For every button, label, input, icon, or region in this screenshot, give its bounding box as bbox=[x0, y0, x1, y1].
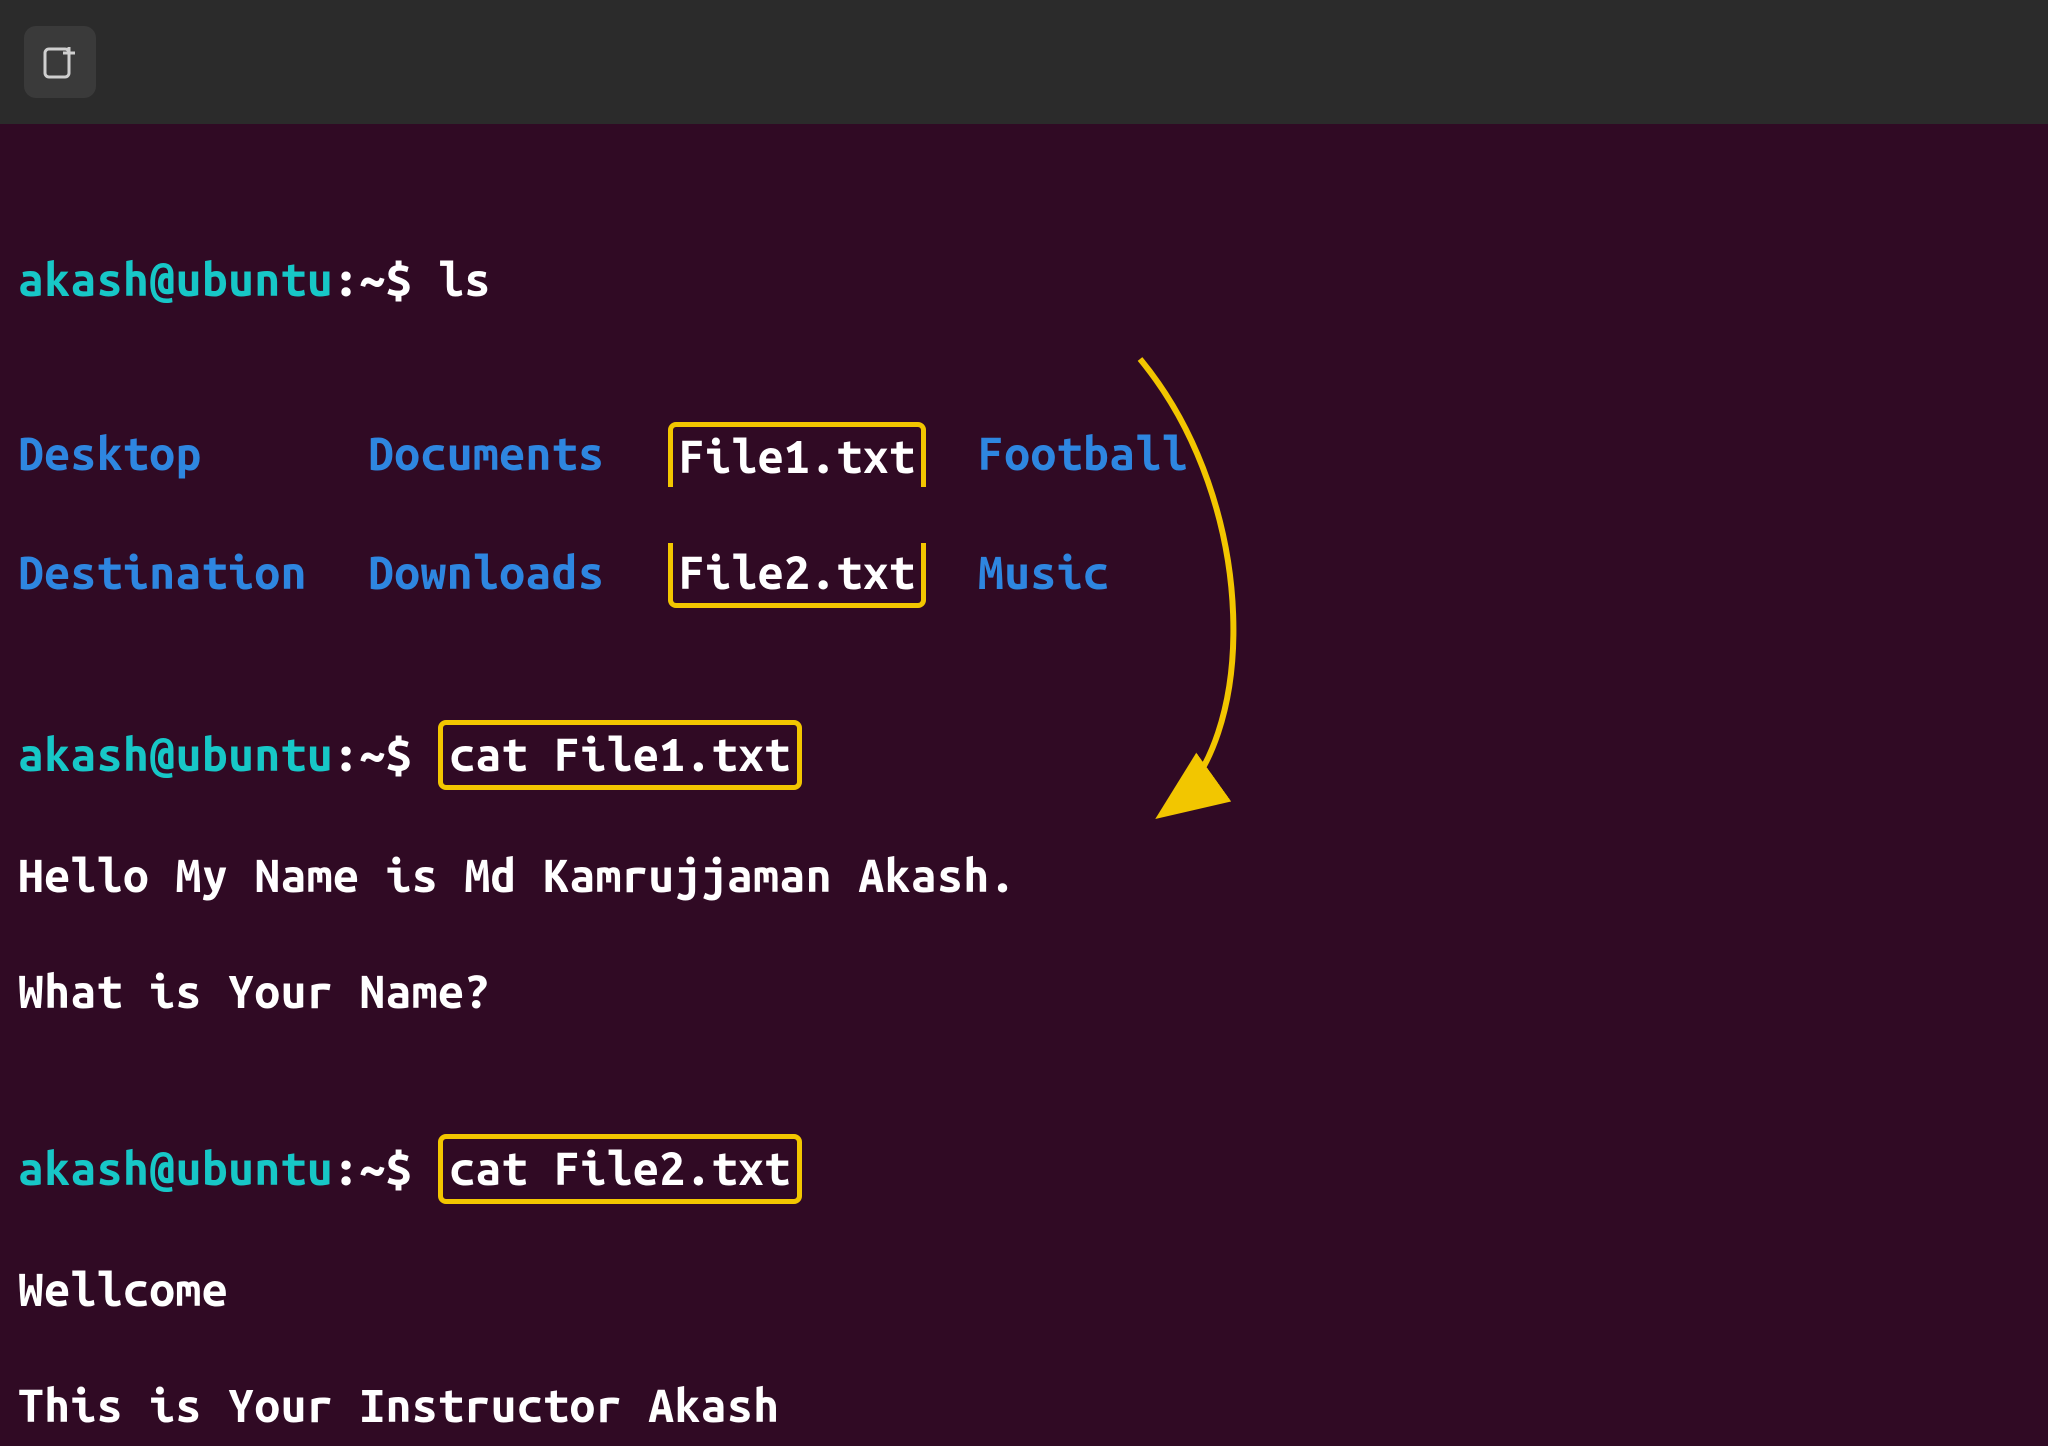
ls-file-highlight: File2.txt bbox=[668, 543, 978, 606]
prompt-user: akash bbox=[18, 728, 149, 780]
prompt-at: @ bbox=[149, 1142, 175, 1194]
output-line: This is Your Instructor Akash bbox=[18, 1376, 2030, 1434]
prompt-cwd: ~ bbox=[359, 253, 385, 305]
prompt-dollar: $ bbox=[386, 1142, 412, 1194]
output-line: Hello My Name is Md Kamrujjaman Akash. bbox=[18, 846, 2030, 904]
command-cat-file1: cat File1.txt bbox=[438, 720, 801, 790]
ls-dir: Documents bbox=[368, 424, 668, 485]
prompt-host: ubuntu bbox=[176, 728, 334, 780]
ls-dir: Music bbox=[978, 543, 1278, 606]
titlebar bbox=[0, 0, 2048, 124]
new-tab-button[interactable] bbox=[24, 26, 96, 98]
prompt-cwd: ~ bbox=[359, 1142, 385, 1194]
prompt-dollar: $ bbox=[386, 253, 412, 305]
prompt-line: akash@ubuntu:~$ ls bbox=[18, 250, 2030, 308]
prompt-dollar: $ bbox=[386, 728, 412, 780]
ls-row-2: DestinationDownloadsFile2.txt Music bbox=[18, 543, 2030, 606]
prompt-host: ubuntu bbox=[176, 1142, 334, 1194]
ls-file-highlight: File1.txt bbox=[668, 424, 978, 485]
output-line: Wellcome bbox=[18, 1260, 2030, 1318]
prompt-user: akash bbox=[18, 253, 149, 305]
ls-row-1: DesktopDocumentsFile1.txt Football bbox=[18, 424, 2030, 485]
output-line: What is Your Name? bbox=[18, 962, 2030, 1020]
command-ls: ls bbox=[438, 253, 491, 305]
prompt-line: akash@ubuntu:~$ cat File1.txt bbox=[18, 722, 2030, 788]
ls-dir: Destination bbox=[18, 543, 368, 606]
prompt-line: akash@ubuntu:~$ cat File2.txt bbox=[18, 1136, 2030, 1202]
ls-file: File1.txt bbox=[668, 422, 926, 487]
ls-dir: Football bbox=[978, 424, 1278, 485]
ls-file: File2.txt bbox=[668, 543, 926, 608]
prompt-colon: : bbox=[333, 1142, 359, 1194]
command-cat-file2: cat File2.txt bbox=[438, 1134, 801, 1204]
terminal[interactable]: akash@ubuntu:~$ ls DesktopDocumentsFile1… bbox=[0, 124, 2048, 1446]
prompt-user: akash bbox=[18, 1142, 149, 1194]
prompt-host: ubuntu bbox=[176, 253, 334, 305]
prompt-cwd: ~ bbox=[359, 728, 385, 780]
prompt-colon: : bbox=[333, 728, 359, 780]
ls-dir: Downloads bbox=[368, 543, 668, 606]
prompt-colon: : bbox=[333, 253, 359, 305]
new-tab-icon bbox=[41, 43, 79, 81]
prompt-at: @ bbox=[149, 253, 175, 305]
ls-dir: Desktop bbox=[18, 424, 368, 485]
prompt-at: @ bbox=[149, 728, 175, 780]
